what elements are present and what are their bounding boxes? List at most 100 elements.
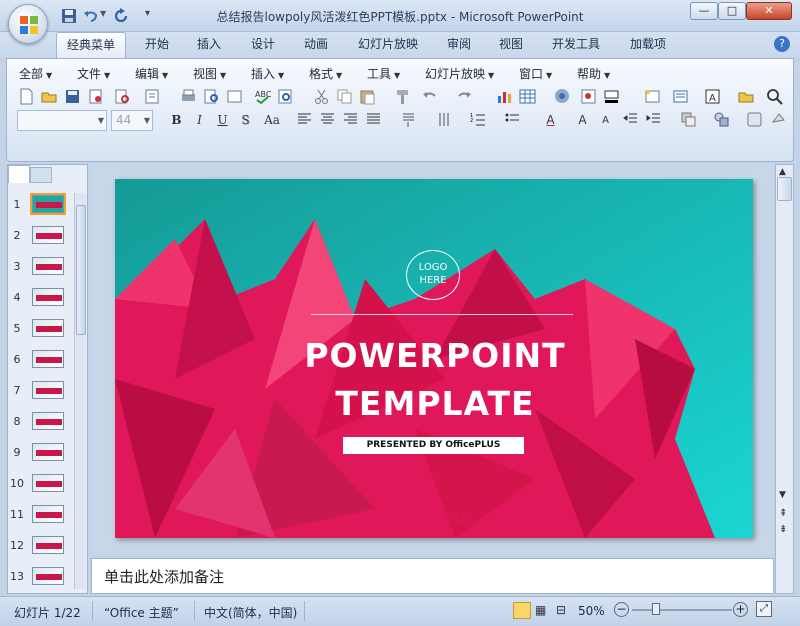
cut-icon[interactable] [312, 87, 331, 106]
slide-title-line-1[interactable]: POWERPOINT [235, 336, 635, 375]
normal-view-icon[interactable] [513, 602, 531, 619]
menu-help[interactable]: 帮助 ▼ [577, 65, 610, 82]
language-indicator[interactable]: 中文(简体，中国) [204, 604, 297, 621]
shrink-font-button[interactable]: A [596, 111, 615, 130]
print-icon[interactable] [179, 87, 198, 106]
slide-thumbnail[interactable] [32, 381, 64, 399]
increase-indent-icon[interactable] [644, 110, 663, 129]
zoom-slider[interactable] [632, 603, 732, 615]
permission-icon[interactable] [86, 87, 105, 106]
menu-tools[interactable]: 工具 ▼ [367, 65, 400, 82]
font-size-combo[interactable]: 44 ▼ [111, 110, 153, 131]
tab-developer[interactable]: 开发工具 [543, 32, 609, 58]
redo-icon[interactable] [455, 87, 474, 106]
minimize-button[interactable]: — [690, 2, 718, 20]
maximize-button[interactable]: □ [718, 2, 746, 20]
vertical-scrollbar[interactable]: ▲ ▼ ⇞ ⇟ [775, 164, 794, 594]
folder-icon[interactable] [737, 87, 756, 106]
insert-picture-icon[interactable] [553, 87, 572, 106]
fill-color-icon[interactable] [602, 87, 621, 106]
current-slide[interactable]: LOGO HERE POWERPOINT TEMPLATE PRESENTED … [115, 179, 753, 538]
tab-view[interactable]: 视图 [488, 32, 534, 58]
view-frame-icon[interactable] [225, 87, 244, 106]
print-preview-icon[interactable] [113, 87, 132, 106]
bold-button[interactable]: B [167, 111, 186, 130]
slide-thumbnail[interactable] [32, 288, 64, 306]
slide-thumbnail[interactable] [32, 350, 64, 368]
zoom-level[interactable]: 50% [578, 604, 605, 618]
new-document-icon[interactable] [17, 87, 36, 106]
menu-file[interactable]: 文件 ▼ [77, 65, 110, 82]
slide-thumbnail[interactable] [32, 257, 64, 275]
thumb-scroll-handle[interactable] [76, 205, 86, 335]
search-icon[interactable] [765, 87, 784, 106]
fit-to-window-icon[interactable]: ⤢ [756, 601, 772, 617]
slide-thumbnail[interactable] [32, 412, 64, 430]
zoom-out-icon[interactable]: − [614, 602, 629, 617]
slide-title-line-2[interactable]: TEMPLATE [235, 384, 635, 423]
save-icon[interactable] [63, 87, 82, 106]
customize-qat-icon[interactable]: ▾ [145, 8, 150, 19]
font-color-button[interactable]: A [541, 111, 560, 130]
attach-file-icon[interactable] [143, 87, 162, 106]
menu-slide-show[interactable]: 幻灯片放映 ▼ [425, 65, 494, 82]
arrange-icon[interactable] [679, 110, 698, 129]
clip-art-icon[interactable] [579, 87, 598, 106]
open-folder-icon[interactable] [40, 87, 59, 106]
slide-thumbnail[interactable] [32, 226, 64, 244]
tab-outline[interactable] [30, 167, 52, 183]
zoom-slider-handle[interactable] [652, 603, 660, 615]
slide-thumbnail[interactable] [32, 536, 64, 554]
undo-icon[interactable] [420, 87, 439, 106]
align-left-icon[interactable] [295, 110, 314, 129]
slide-thumbnail[interactable] [32, 474, 64, 492]
notes-pane[interactable]: 单击此处添加备注 [91, 558, 774, 594]
slide-layout-icon[interactable] [671, 87, 690, 106]
tab-slide-show[interactable]: 幻灯片放映 [350, 32, 426, 58]
paste-icon[interactable] [358, 87, 377, 106]
align-right-icon[interactable] [341, 110, 360, 129]
next-slide-icon[interactable]: ⇟ [779, 525, 787, 535]
slide-thumbnail[interactable] [32, 443, 64, 461]
bullets-icon[interactable] [503, 110, 522, 129]
slide-sorter-icon[interactable]: ▦ [535, 603, 546, 617]
change-case-button[interactable]: Aa [259, 111, 285, 130]
redo-icon[interactable] [112, 7, 130, 25]
slide-show-icon[interactable]: ⊟ [556, 603, 566, 617]
tab-classic-menu[interactable]: 经典菜单 [56, 32, 126, 58]
grow-font-button[interactable]: A [573, 111, 592, 130]
theme-name[interactable]: “Office 主题” [104, 604, 179, 621]
close-button[interactable]: ✕ [746, 2, 792, 20]
tab-home[interactable]: 开始 [134, 32, 180, 58]
tab-design[interactable]: 设计 [240, 32, 286, 58]
shadow-button[interactable]: S [236, 111, 255, 130]
font-name-combo[interactable]: ▼ [17, 110, 107, 131]
tab-animations[interactable]: 动画 [293, 32, 339, 58]
scroll-up-icon[interactable]: ▲ [779, 167, 786, 177]
slide-thumbnail[interactable] [32, 505, 64, 523]
thumb-scrollbar[interactable] [74, 193, 86, 589]
save-icon[interactable] [60, 7, 78, 25]
copy-icon[interactable] [335, 87, 354, 106]
scroll-thumb[interactable] [777, 177, 792, 201]
tab-slides[interactable] [8, 165, 30, 183]
office-button[interactable] [8, 4, 48, 44]
shapes-icon[interactable] [712, 110, 731, 129]
menu-all[interactable]: 全部 ▼ [19, 65, 52, 82]
italic-button[interactable]: I [190, 111, 209, 130]
insert-table-icon[interactable] [518, 87, 537, 106]
menu-view[interactable]: 视图 ▼ [193, 65, 226, 82]
underline-button[interactable]: U [213, 111, 232, 130]
new-slide-icon[interactable] [643, 87, 662, 106]
menu-insert[interactable]: 插入 ▼ [251, 65, 284, 82]
align-center-icon[interactable] [318, 110, 337, 129]
numbering-icon[interactable]: 12 [469, 110, 488, 129]
menu-format[interactable]: 格式 ▼ [309, 65, 342, 82]
undo-icon[interactable] [82, 7, 100, 25]
text-box-icon[interactable]: A [703, 87, 722, 106]
slide-thumbnail[interactable] [30, 193, 66, 215]
zoom-in-icon[interactable]: + [733, 602, 748, 617]
shape-fill-icon[interactable] [769, 110, 788, 129]
quick-styles-icon[interactable] [745, 110, 764, 129]
undo-dropdown-icon[interactable]: ▼ [100, 9, 106, 18]
